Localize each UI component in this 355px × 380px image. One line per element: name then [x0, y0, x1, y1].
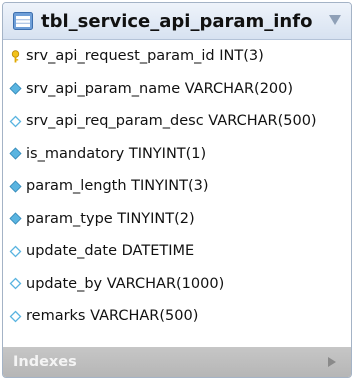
nullable-column-icon	[9, 310, 22, 323]
table-name: tbl_service_api_param_info	[41, 10, 313, 32]
collapse-triangle-icon[interactable]	[328, 14, 342, 26]
not-null-column-icon	[9, 212, 22, 225]
column-row[interactable]: srv_api_param_name VARCHAR(200)	[3, 73, 351, 106]
column-label: is_mandatory TINYINT(1)	[26, 145, 207, 162]
column-label: update_date DATETIME	[26, 243, 195, 260]
not-null-column-icon	[9, 180, 22, 193]
column-row[interactable]: srv_api_req_param_desc VARCHAR(500)	[3, 105, 351, 138]
nullable-column-icon	[9, 277, 22, 290]
table-entity[interactable]: tbl_service_api_param_info srv_api_reque…	[2, 2, 352, 378]
column-label: update_by VARCHAR(1000)	[26, 275, 225, 292]
column-row[interactable]: param_type TINYINT(2)	[3, 203, 351, 236]
indexes-section[interactable]: Indexes	[3, 347, 351, 377]
column-label: srv_api_param_name VARCHAR(200)	[26, 80, 294, 97]
table-icon	[13, 12, 33, 30]
column-label: srv_api_request_param_id INT(3)	[26, 48, 264, 65]
not-null-column-icon	[9, 82, 22, 95]
column-label: param_type TINYINT(2)	[26, 210, 195, 227]
column-row[interactable]: remarks VARCHAR(500)	[3, 300, 351, 333]
column-row[interactable]: is_mandatory TINYINT(1)	[3, 138, 351, 171]
column-label: remarks VARCHAR(500)	[26, 308, 199, 325]
nullable-column-icon	[9, 115, 22, 128]
nullable-column-icon	[9, 245, 22, 258]
indexes-label: Indexes	[13, 354, 77, 370]
column-row[interactable]: update_date DATETIME	[3, 235, 351, 268]
column-row[interactable]: param_length TINYINT(3)	[3, 170, 351, 203]
expand-triangle-icon[interactable]	[327, 356, 337, 368]
column-list: srv_api_request_param_id INT(3) srv_api_p…	[3, 40, 351, 333]
column-label: param_length TINYINT(3)	[26, 178, 209, 195]
column-row[interactable]: update_by VARCHAR(1000)	[3, 268, 351, 301]
column-label: srv_api_req_param_desc VARCHAR(500)	[26, 113, 317, 130]
primary-key-icon	[9, 50, 22, 63]
table-header[interactable]: tbl_service_api_param_info	[3, 3, 351, 40]
not-null-column-icon	[9, 147, 22, 160]
column-row[interactable]: srv_api_request_param_id INT(3)	[3, 40, 351, 73]
